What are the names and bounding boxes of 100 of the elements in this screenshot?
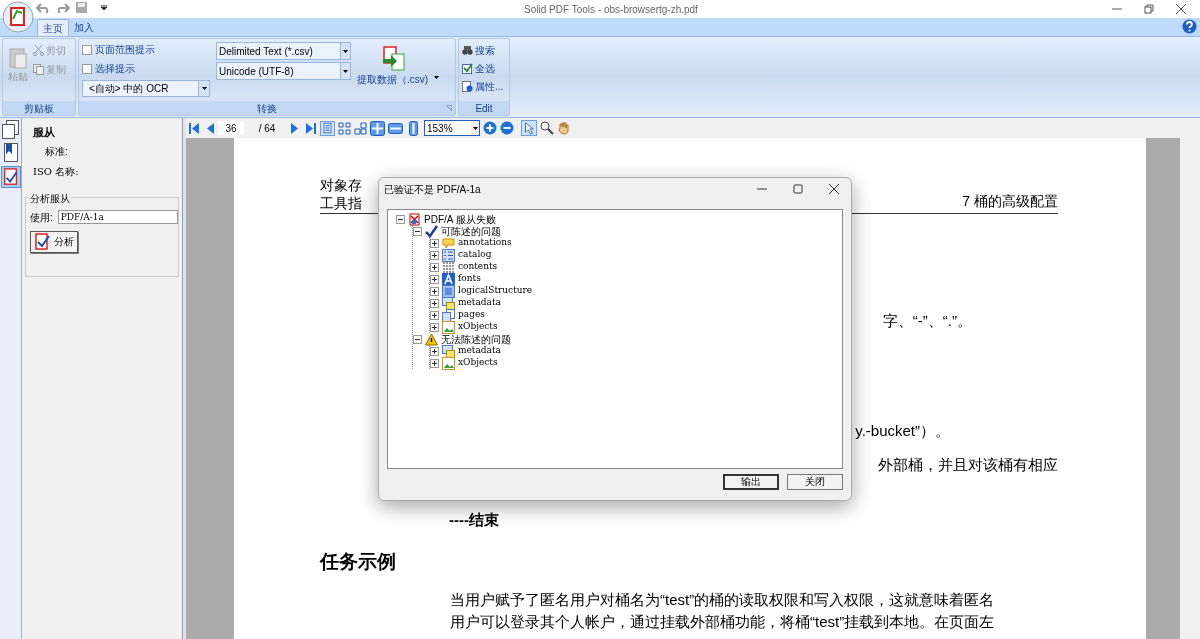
expand-toggle-icon[interactable] [430,262,439,272]
paragraph-line: 当用户赋予了匿名用户对桶名为“test”的桶的读取权限和写入权限，这就意味着匿名 [450,589,996,610]
dialog-action-button[interactable]: 输出 [723,474,779,490]
collapse-toggle-icon[interactable] [396,214,405,224]
panel-title: 服从 [33,125,56,140]
list-icon [442,248,455,262]
group-label: 剪贴板 [24,103,54,114]
expand-toggle-icon[interactable] [430,238,439,248]
grid-pattern-icon [442,260,455,274]
restore-icon[interactable] [1144,4,1154,14]
caret-icon [201,87,207,90]
format-dropdown[interactable]: Delimited Text (*.csv) [216,42,351,60]
format-dropdown[interactable]: Unicode (UTF-8) [216,62,351,80]
group-label: Edit [475,103,493,114]
analyze-button[interactable]: 分析 [30,230,78,253]
checkmark-icon [425,224,438,238]
header-chapter: 7 桶的高级配置 [962,192,1058,211]
picture-icon [442,356,455,370]
zoom-dropdown[interactable]: 153% [424,120,480,136]
first-page-icon[interactable] [188,121,200,135]
compliance-panel-icon[interactable] [0,166,21,188]
checkbox[interactable]: 页面范围提示 [82,42,210,57]
single-page-icon[interactable] [320,120,335,136]
tree-node-label[interactable]: annotations [458,236,512,250]
check-box-icon [462,63,473,74]
zoom-in-icon[interactable] [483,121,497,135]
close-icon[interactable] [829,184,839,194]
ribbon-tab[interactable]: 主页 [37,19,69,36]
expand-toggle-icon[interactable] [430,310,439,320]
dialog-action-button[interactable]: 关闭 [787,474,843,490]
font-icon [442,272,455,286]
zoom-tool-icon[interactable] [540,121,554,135]
customize-caret-icon[interactable] [101,4,107,11]
ribbon-tab[interactable]: 加入 [69,19,99,36]
expand-toggle-icon[interactable] [430,274,439,284]
expand-toggle-icon[interactable] [430,358,439,368]
scissors-icon [33,45,44,56]
fit-page-icon[interactable] [370,120,385,136]
checkbox[interactable]: 选择提示 [82,61,210,76]
caret-icon [472,126,478,130]
extract-data-button[interactable]: 提取数据（.csv) [357,42,429,101]
grid-view-icon[interactable] [338,121,351,135]
pages-panel-icon[interactable] [2,120,19,139]
edit-menu-button[interactable]: 搜索 [462,43,509,58]
expand-toggle-icon[interactable] [430,286,439,296]
tree-node-label[interactable]: logicalStructure [458,284,533,298]
last-page-icon[interactable] [305,121,317,135]
warning-icon [425,332,438,346]
dialog-title: 已验证不是 PDF/A-1a [384,182,482,197]
window-note-icon [442,296,455,310]
scrollbar[interactable] [1180,138,1200,639]
tree-node-label[interactable]: 无法陈述的问题 [441,331,511,347]
clipboard-icon [8,47,28,69]
header-text: 对象存 [320,176,362,194]
field-label: 使用: [30,210,53,225]
help-icon[interactable] [1182,19,1197,34]
tree-node-label[interactable]: contents [458,260,498,274]
tree-node-label[interactable]: xObjects [458,356,498,370]
page-count: / 64 [257,121,277,136]
maximize-icon[interactable] [793,184,803,194]
zoom-out-icon[interactable] [500,121,514,135]
document-check-icon [34,233,52,250]
fit-height-icon[interactable] [406,120,421,136]
section-heading: 任务示例 [320,550,396,574]
tree-node-label[interactable]: pages [458,308,485,322]
copy-icon [33,64,44,75]
paragraph-line: 用户可以登录其个人帐户，通过挂载外部桶功能，将桶“test”挂载到本地。在页面左 [450,611,996,632]
header-text: 工具指 [320,194,362,212]
undo-icon[interactable] [36,2,50,13]
collapse-toggle-icon[interactable] [413,334,422,344]
body-text: 外部桶，并且对该桶有相应 [878,455,1058,475]
expand-toggle-icon[interactable] [430,346,439,356]
collapse-toggle-icon[interactable] [413,226,422,236]
body-text: y.-bucket”）。 [855,420,950,441]
caret-icon [343,69,348,73]
expand-toggle-icon[interactable] [430,250,439,260]
redo-icon[interactable] [56,2,70,13]
close-icon[interactable] [1176,4,1186,14]
continuous-view-icon[interactable] [354,121,367,135]
tree-node-label[interactable]: xObjects [458,320,498,334]
window-title: Solid PDF Tools - obs-browsertg-zh.pdf [524,3,698,15]
tree-node-label[interactable]: metadata [458,296,501,310]
expand-toggle-icon[interactable] [430,322,439,332]
edit-menu-button[interactable]: 全选 [462,61,509,76]
caret-icon[interactable] [434,76,440,79]
page-number-field[interactable]: 36 [218,121,244,135]
tree-node-label[interactable]: metadata [458,344,501,358]
tree-node-label[interactable]: fonts [458,272,481,286]
bookmark-panel-icon[interactable] [2,143,19,162]
tree-node-label[interactable]: catalog [458,248,492,262]
tree-node-label[interactable]: PDF/A 服从失败 [424,211,496,227]
edit-menu-button[interactable]: 属性... [462,79,509,94]
field-label: 标准: [45,144,69,159]
group-label: 转换 [257,103,277,114]
body-text: 字、“-”、“.”。 [882,311,972,331]
fit-width-icon[interactable] [388,120,403,136]
expand-toggle-icon[interactable] [430,298,439,308]
standard-field[interactable]: PDF/A-1a [57,210,178,224]
pointer-icon[interactable] [521,120,537,136]
ocr-dropdown[interactable]: <自动> 中的 OCR [82,80,210,97]
